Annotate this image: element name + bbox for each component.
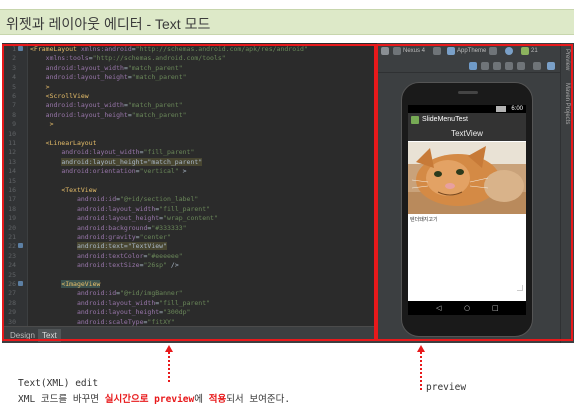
note-mid: 에 <box>194 394 209 405</box>
arrow-line-preview <box>420 352 422 390</box>
arrow-up-editor <box>165 345 173 352</box>
note-prefix: XML 코드를 바꾸면 <box>18 394 105 405</box>
note-suffix: 되서 보여준다. <box>226 394 291 405</box>
preview-note: preview <box>426 382 467 393</box>
title-bar: 위젯과 레이아웃 에디터 - Text 모드 <box>0 9 574 35</box>
arrow-line-editor <box>168 352 170 382</box>
preview-highlight-frame <box>376 44 573 341</box>
note-strong-apply: 적용 <box>208 394 227 405</box>
page-title: 위젯과 레이아웃 에디터 - Text 모드 <box>6 16 211 32</box>
editor-note-desc: XML 코드를 바꾸면 실시간으로 preview에 적용되서 보여준다. <box>18 391 290 405</box>
arrow-up-preview <box>417 345 425 352</box>
note-strong-realtime: 실시간으로 preview <box>104 394 195 405</box>
editor-highlight-frame <box>2 44 376 341</box>
editor-note-title: Text(XML) edit <box>18 378 99 389</box>
